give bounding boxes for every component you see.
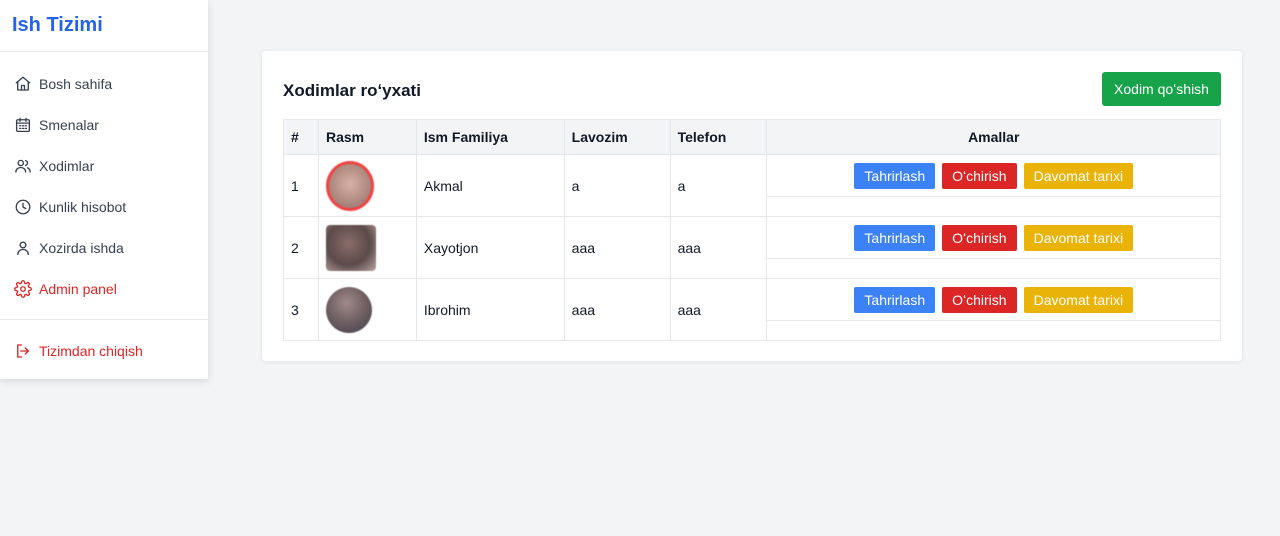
calendar-icon <box>14 116 32 134</box>
delete-button[interactable]: Oʻchirish <box>942 224 1017 251</box>
sidebar-item-kunlik-hisobot[interactable]: Kunlik hisobot <box>0 186 208 227</box>
column-header-num: # <box>283 119 319 155</box>
logout-button[interactable]: Tizimdan chiqish <box>0 330 208 371</box>
sidebar-item-label: Kunlik hisobot <box>39 198 127 215</box>
employees-table: # Rasm Ism Familiya Lavozim Telefon Amal… <box>283 119 1221 341</box>
actions-cell: Tahrirlash Oʻchirish Davomat tarixi <box>766 154 1221 217</box>
avatar <box>325 160 374 211</box>
sidebar-item-xodimlar[interactable]: Xodimlar <box>0 145 208 186</box>
employee-position: a <box>563 154 671 217</box>
sidebar-item-label: Smenalar <box>39 116 99 133</box>
row-number: 1 <box>283 154 319 217</box>
edit-button[interactable]: Tahrirlash <box>854 162 936 189</box>
sidebar-item-admin-panel[interactable]: Admin panel <box>0 268 208 309</box>
column-header-actions: Amallar <box>766 119 1221 155</box>
column-header-name: Ism Familiya <box>415 119 565 155</box>
avatar <box>325 224 376 271</box>
users-icon <box>14 157 32 175</box>
employee-name: Xayotjon <box>415 216 565 279</box>
sidebar-item-label: Xodimlar <box>39 157 95 174</box>
divider <box>0 319 208 320</box>
photo-cell <box>317 278 417 341</box>
home-icon <box>14 75 32 93</box>
logout-label: Tizimdan chiqish <box>39 342 143 359</box>
app-title: Ish Tizimi <box>0 0 208 52</box>
sidebar-nav: Bosh sahifa Smenalar Xodimlar Kunlik his… <box>0 52 208 371</box>
sidebar-item-smenalar[interactable]: Smenalar <box>0 104 208 145</box>
employee-position: aaa <box>563 216 671 279</box>
page-title: Xodimlar roʻyxati <box>283 81 421 100</box>
add-employee-button[interactable]: Xodim qoʻshish <box>1102 72 1221 106</box>
row-number: 3 <box>283 278 319 341</box>
clock-icon <box>14 198 32 216</box>
actions-cell: Tahrirlash Oʻchirish Davomat tarixi <box>766 216 1221 279</box>
employee-phone: aaa <box>669 278 768 341</box>
sidebar-item-label: Bosh sahifa <box>39 75 113 92</box>
user-icon <box>14 239 32 257</box>
delete-button[interactable]: Oʻchirish <box>942 162 1017 189</box>
employee-position: aaa <box>563 278 671 341</box>
gear-icon <box>14 279 32 298</box>
employees-card: Xodimlar roʻyxati Xodim qoʻshish # Rasm … <box>262 51 1242 361</box>
column-header-photo: Rasm <box>317 119 417 155</box>
table-header-row: # Rasm Ism Familiya Lavozim Telefon Amal… <box>283 119 1221 155</box>
row-number: 2 <box>283 216 319 279</box>
delete-button[interactable]: Oʻchirish <box>942 286 1017 313</box>
attendance-history-button[interactable]: Davomat tarixi <box>1023 224 1134 251</box>
sidebar-item-label: Admin panel <box>39 280 117 297</box>
sidebar-item-label: Xozirda ishda <box>39 239 124 256</box>
table-row: 2 Xayotjon aaa aaa Tahrirlash Oʻchirish … <box>283 216 1221 279</box>
sidebar-item-xozirda-ishda[interactable]: Xozirda ishda <box>0 227 208 268</box>
avatar <box>325 286 372 333</box>
sidebar-item-bosh-sahifa[interactable]: Bosh sahifa <box>0 63 208 104</box>
table-row: 1 Akmal a a Tahrirlash Oʻchirish Davomat… <box>283 154 1221 217</box>
edit-button[interactable]: Tahrirlash <box>854 224 936 251</box>
actions-cell: Tahrirlash Oʻchirish Davomat tarixi <box>766 278 1221 341</box>
attendance-history-button[interactable]: Davomat tarixi <box>1023 162 1134 189</box>
logout-icon <box>14 342 32 360</box>
sidebar: Ish Tizimi Bosh sahifa Smenalar Xodimlar… <box>0 0 208 379</box>
column-header-position: Lavozim <box>563 119 671 155</box>
photo-cell <box>317 216 417 279</box>
employee-phone: aaa <box>669 216 768 279</box>
edit-button[interactable]: Tahrirlash <box>854 286 936 313</box>
employee-name: Akmal <box>415 154 565 217</box>
employee-phone: a <box>669 154 768 217</box>
column-header-phone: Telefon <box>669 119 768 155</box>
employee-name: Ibrohim <box>415 278 565 341</box>
photo-cell <box>317 154 417 217</box>
attendance-history-button[interactable]: Davomat tarixi <box>1023 286 1134 313</box>
table-row: 3 Ibrohim aaa aaa Tahrirlash Oʻchirish D… <box>283 278 1221 341</box>
